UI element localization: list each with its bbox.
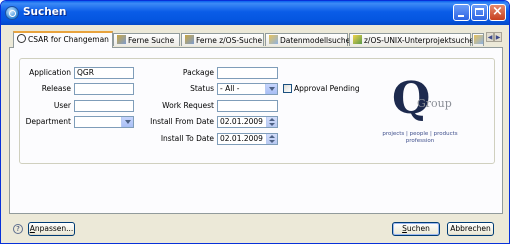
qgroup-logo: Q Group projects | people | products pro…	[365, 75, 475, 155]
datamodel-search-icon	[269, 35, 278, 44]
install-from-date-value: 02.01.2009	[220, 117, 263, 126]
logo-tagline-2: profession	[405, 138, 435, 144]
close-button[interactable]: ×	[489, 4, 506, 21]
logo-word: Group	[417, 97, 452, 110]
work-request-input[interactable]	[217, 100, 278, 112]
approval-pending-checkbox[interactable]	[283, 84, 292, 93]
title-bar[interactable]: Suchen ×	[1, 1, 509, 25]
maximize-icon	[475, 8, 484, 16]
tab-label: z/OS-UNIX-Unterprojektsuche	[364, 36, 474, 45]
minimize-icon	[458, 15, 464, 17]
install-from-date-spinner[interactable]: 02.01.2009	[217, 116, 278, 128]
remote-zos-search-icon	[185, 35, 194, 44]
approval-pending-label: Approval Pending	[294, 84, 360, 93]
search-dialog: Suchen × CSAR for Changeman Ferne Suche …	[0, 0, 510, 244]
maximize-button[interactable]	[471, 4, 488, 21]
install-to-date-spinner[interactable]: 02.01.2009	[217, 133, 278, 145]
status-select[interactable]: - All -	[217, 83, 278, 95]
tab-label: Ferne Suche	[128, 36, 175, 45]
spinner-arrows-icon[interactable]	[266, 117, 277, 127]
customize-label: npassen...	[34, 224, 74, 233]
status-label: Status	[190, 84, 214, 93]
release-label: Release	[41, 84, 71, 93]
user-label: User	[53, 101, 71, 110]
logo-tagline: projects | people | products	[382, 131, 458, 137]
search-button[interactable]: Suchen	[392, 222, 440, 236]
package-label: Package	[182, 68, 214, 77]
chevron-down-icon[interactable]	[265, 84, 277, 94]
install-from-date-label: Install From Date	[150, 117, 214, 126]
search-label: uchen	[406, 224, 430, 233]
minimize-button[interactable]	[453, 4, 470, 21]
tab-bar: CSAR for Changeman Ferne Suche Ferne z/O…	[9, 31, 506, 48]
tab-zos-unix-unterprojektsuche[interactable]: z/OS-UNIX-Unterprojektsuche	[349, 33, 474, 46]
tab-datenmodellsuche[interactable]: Datenmodellsuche	[265, 33, 351, 46]
tab-scroll-right-button[interactable]: ▶	[494, 32, 502, 42]
package-input[interactable]	[217, 67, 278, 79]
tab-ferne-zos-suche[interactable]: Ferne z/OS-Suche	[181, 33, 264, 46]
remote-search-icon	[117, 35, 126, 44]
tab-overflow[interactable]	[472, 33, 484, 46]
spinner-arrows-icon[interactable]	[266, 134, 277, 144]
search-criteria-group: Application QGR Release User Department …	[19, 58, 495, 164]
help-icon[interactable]: ?	[13, 224, 23, 234]
customize-button[interactable]: Anpassen...	[28, 222, 75, 236]
install-to-date-label: Install To Date	[160, 134, 214, 143]
status-value: - All -	[220, 84, 240, 93]
chevron-down-icon[interactable]	[121, 117, 133, 127]
tab-csar-for-changeman[interactable]: CSAR for Changeman	[13, 31, 113, 48]
tab-scroll-left-button[interactable]: ◀	[486, 32, 494, 42]
application-input[interactable]: QGR	[74, 67, 134, 79]
tab-content-panel: Application QGR Release User Department …	[9, 47, 503, 214]
cancel-button[interactable]: Abbrechen	[447, 222, 494, 236]
overflow-tab-icon	[474, 35, 483, 44]
tab-label: Ferne z/OS-Suche	[196, 36, 263, 45]
application-label: Application	[29, 68, 71, 77]
circle-c-icon	[17, 34, 26, 43]
window-title: Suchen	[23, 6, 67, 18]
install-to-date-value: 02.01.2009	[220, 134, 263, 143]
close-icon: ×	[492, 4, 503, 19]
department-label: Department	[25, 117, 71, 126]
department-select[interactable]	[74, 116, 134, 128]
release-input[interactable]	[74, 83, 134, 95]
work-request-label: Work Request	[162, 101, 214, 110]
user-input[interactable]	[74, 100, 134, 112]
tab-label: CSAR for Changeman	[28, 35, 109, 44]
pencil-icon	[353, 35, 362, 44]
tab-label: Datenmodellsuche	[280, 36, 351, 45]
app-icon	[5, 6, 19, 20]
tab-ferne-suche[interactable]: Ferne Suche	[113, 33, 180, 46]
